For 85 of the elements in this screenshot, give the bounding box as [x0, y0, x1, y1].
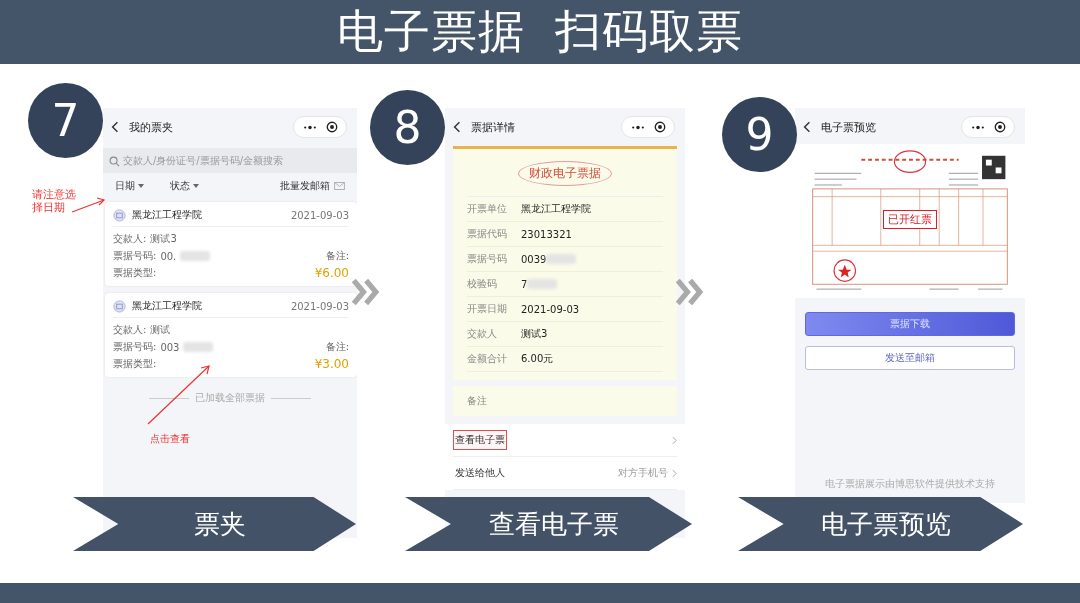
- menu-hint: 对方手机号: [618, 466, 668, 480]
- annotation-note: 请注意选择日期: [32, 188, 76, 215]
- capsule-menu[interactable]: [293, 116, 347, 138]
- field-label: 校验码: [467, 277, 498, 291]
- ticket-amount: ¥6.00: [314, 266, 349, 280]
- caret-icon: [138, 184, 144, 188]
- step-number: 7: [28, 83, 103, 158]
- field-value: 测试: [150, 323, 171, 337]
- step-number: 8: [370, 90, 445, 165]
- field-label: 备注: [467, 395, 487, 406]
- ticket-date: 2021-09-03: [290, 209, 349, 221]
- field-value: 2021-09-03: [521, 303, 580, 315]
- receipt-icon: [113, 299, 126, 313]
- double-chevron-icon: [352, 277, 382, 307]
- download-button[interactable]: 票据下载: [805, 312, 1015, 336]
- menu-item[interactable]: 查看电子票: [453, 424, 677, 457]
- field-label: 交款人: [467, 327, 498, 341]
- step-banner: 票夹: [73, 497, 356, 551]
- slide-title: 扫码取票: [555, 3, 743, 60]
- back-icon[interactable]: [803, 121, 811, 133]
- search-icon: [109, 156, 120, 167]
- send-email-button[interactable]: 发送至邮箱: [805, 346, 1015, 370]
- ticket-card[interactable]: 黑龙江工程学院 2021-09-03 交款人: 测试 票据号码: 003 备注: 票据类型: ¥3.00: [105, 293, 357, 377]
- field-label: 票据号码: [467, 252, 507, 266]
- double-chevron-icon: [676, 277, 706, 307]
- batch-email-link[interactable]: 批量发邮箱: [280, 179, 330, 193]
- step-banner: 查看电子票: [405, 497, 692, 551]
- footer-note: 电子票据展示由博思软件提供技术支持: [824, 477, 996, 491]
- field-label: 票据代码: [467, 227, 507, 241]
- capsule-menu[interactable]: [621, 116, 675, 138]
- back-icon[interactable]: [111, 121, 119, 133]
- menu-label: 发送给他人: [454, 466, 506, 480]
- filter-dropdown[interactable]: 日期: [115, 179, 144, 193]
- redaction-blur: [183, 342, 214, 352]
- invoice-stamp: 已开红票: [883, 210, 937, 229]
- page-title: 我的票夹: [129, 119, 174, 135]
- field-value: 7: [521, 278, 528, 290]
- end-of-list-note: 已加载全部票据: [195, 391, 265, 405]
- field-label: 金额合计: [467, 352, 507, 366]
- more-icon[interactable]: [970, 123, 986, 131]
- field-label: 备注:: [325, 249, 349, 263]
- field-label: 票据号码:: [113, 249, 157, 263]
- more-icon[interactable]: [302, 123, 318, 131]
- menu-item[interactable]: 发送给他人 对方手机号: [453, 457, 677, 490]
- field-label: 交款人:: [113, 323, 147, 337]
- ticket-date: 2021-09-03: [290, 300, 349, 312]
- back-icon[interactable]: [453, 121, 461, 133]
- slide-title: 电子票据: [337, 3, 525, 60]
- field-value: 00.: [160, 250, 177, 262]
- field-label: 备注:: [325, 340, 349, 354]
- step-banner: 电子票预览: [738, 497, 1023, 551]
- receipt-icon: [113, 208, 126, 222]
- page-title: 票据详情: [471, 119, 516, 135]
- menu-label: 查看电子票: [453, 430, 507, 450]
- field-value: 测试3: [150, 232, 177, 246]
- more-icon[interactable]: [630, 123, 646, 131]
- field-value: 黑龙江工程学院: [521, 202, 591, 216]
- field-label: 交款人:: [113, 232, 147, 246]
- field-value: 23013321: [521, 228, 572, 240]
- filter-dropdown[interactable]: 状态: [170, 179, 199, 193]
- close-icon[interactable]: [654, 121, 666, 133]
- field-value: 003: [160, 341, 180, 353]
- field-value: 测试3: [521, 327, 548, 341]
- annotation-note: 点击查看: [150, 432, 190, 446]
- field-label: 票据类型:: [113, 266, 157, 280]
- ticket-card[interactable]: 黑龙江工程学院 2021-09-03 交款人: 测试3 票据号码: 00. 备注: 票据类型: ¥6.00: [105, 202, 357, 286]
- chevron-icon: [672, 435, 677, 445]
- caret-icon: [193, 184, 199, 188]
- step-number: 9: [722, 97, 797, 172]
- field-label: 开票日期: [467, 302, 507, 316]
- field-value: 6.00元: [521, 352, 554, 366]
- field-value: 0039: [521, 253, 547, 265]
- field-label: 票据类型:: [113, 357, 157, 371]
- issuer-name: 黑龙江工程学院: [132, 208, 202, 222]
- page-title: 电子票预览: [821, 119, 877, 135]
- field-label: 票据号码:: [113, 340, 157, 354]
- capsule-menu[interactable]: [961, 116, 1015, 138]
- issuer-name: 黑龙江工程学院: [132, 299, 202, 313]
- chevron-icon: [672, 468, 677, 478]
- search-field[interactable]: 交款人/身份证号/票据号码/金额搜索: [103, 148, 357, 173]
- close-icon[interactable]: [994, 121, 1006, 133]
- close-icon[interactable]: [326, 121, 338, 133]
- ticket-amount: ¥3.00: [314, 357, 349, 371]
- redaction-blur: [180, 251, 211, 261]
- field-label: 开票单位: [467, 202, 507, 216]
